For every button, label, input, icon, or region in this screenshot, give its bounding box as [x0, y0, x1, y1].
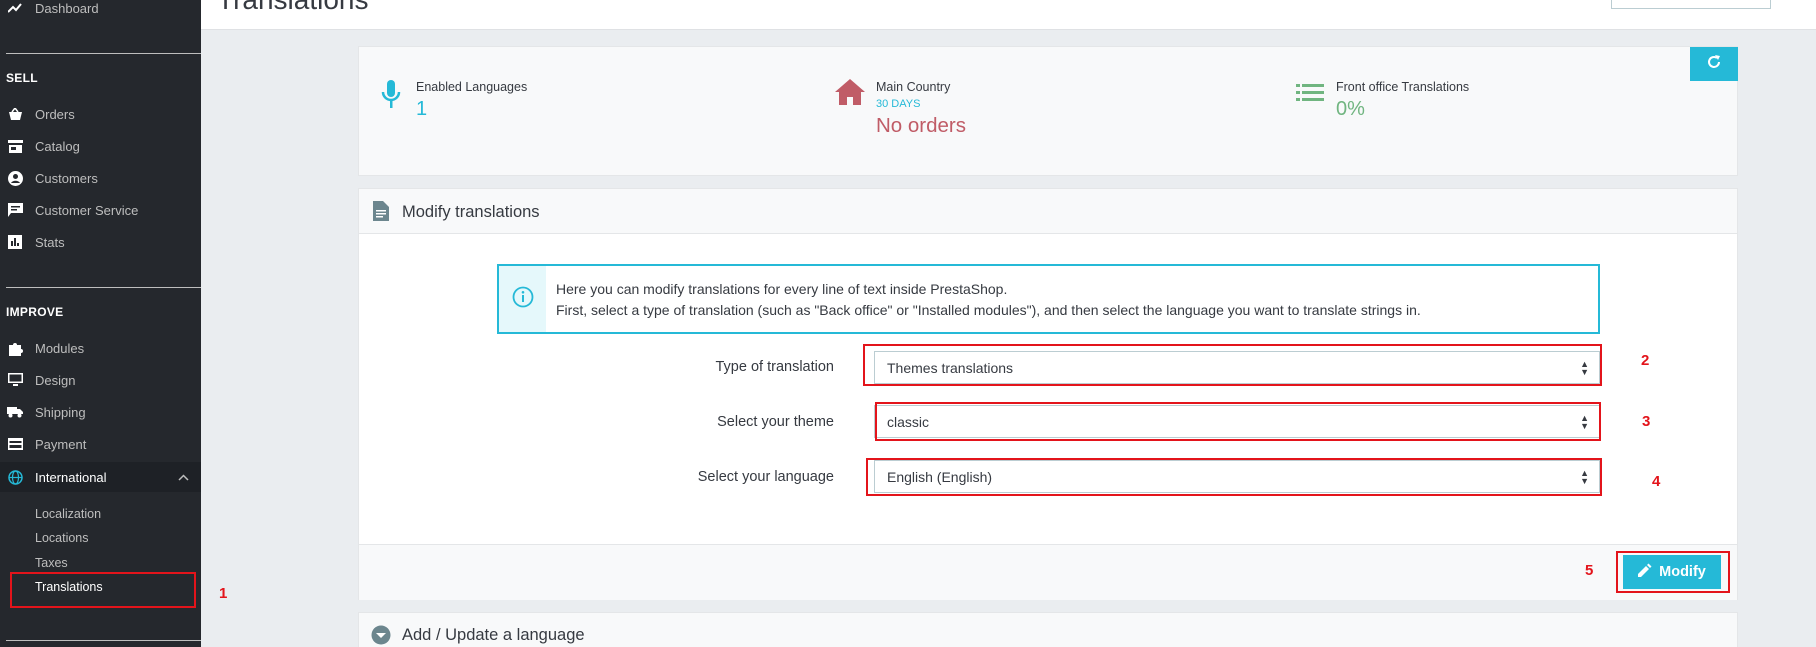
annotation-box-1 — [10, 572, 196, 608]
annotation-number-4: 4 — [1652, 473, 1661, 490]
annotation-number-5: 5 — [1585, 562, 1594, 579]
select-language-label: Select your language — [697, 469, 834, 485]
sidebar-heading-improve: IMPROVE — [6, 305, 64, 319]
annotation-box-3 — [875, 402, 1601, 441]
sidebar-item-modules[interactable]: Modules — [0, 334, 201, 362]
info-text: Here you can modify translations for eve… — [556, 279, 1421, 321]
kpi-label: Front office Translations — [1336, 80, 1470, 94]
chevron-up-icon[interactable] — [178, 470, 189, 484]
refresh-icon — [1706, 54, 1722, 75]
info-line: Here you can modify translations for eve… — [556, 281, 1008, 297]
kpi-front-office-translations: Front office Translations 0% — [1296, 80, 1469, 121]
sidebar-item-dashboard[interactable]: Dashboard — [0, 0, 201, 22]
type-of-translation-label: Type of translation — [715, 359, 835, 375]
sidebar-item-label: Modules — [35, 340, 85, 356]
account-circle-icon — [7, 170, 23, 186]
store-icon — [7, 138, 23, 154]
divider — [6, 53, 201, 54]
info-line: First, select a type of translation (suc… — [556, 302, 1421, 318]
panel-title: Modify translations — [402, 203, 540, 221]
bar-chart-icon — [7, 234, 23, 250]
header-bar — [201, 0, 1816, 30]
kpi-value: No orders — [876, 114, 967, 137]
globe-icon — [7, 469, 23, 485]
annotation-box-4 — [866, 458, 1602, 496]
kpi-main-country: Main Country 30 DAYS No orders — [835, 79, 967, 138]
info-icon — [512, 286, 534, 313]
monitor-icon — [7, 372, 23, 388]
sidebar-item-customer-service[interactable]: Customer Service — [0, 196, 201, 224]
modify-translations-panel: Modify translations Here you can modify … — [358, 188, 1738, 600]
sidebar-subitem-taxes[interactable]: Taxes — [35, 556, 68, 570]
sidebar: Dashboard SELL Orders Catalog Customers … — [0, 0, 201, 647]
header-search-box[interactable] — [1611, 0, 1771, 9]
kpi-label: Enabled Languages — [416, 80, 528, 94]
sidebar-item-shipping[interactable]: Shipping — [0, 398, 201, 426]
sidebar-item-international[interactable]: International — [0, 462, 201, 492]
sidebar-item-label: Shipping — [35, 404, 86, 420]
kpi-enabled-languages: Enabled Languages 1 — [381, 80, 527, 121]
sidebar-item-label: Customer Service — [35, 202, 139, 218]
sidebar-heading-sell: SELL — [6, 71, 38, 85]
microphone-icon — [381, 80, 401, 121]
annotation-box-2 — [863, 344, 1602, 386]
annotation-number-1: 1 — [219, 585, 228, 602]
sidebar-subitem-locations[interactable]: Locations — [35, 531, 89, 545]
kpi-value: 0% — [1336, 98, 1365, 120]
add-update-language-panel[interactable]: Add / Update a language — [358, 612, 1738, 647]
sidebar-subitem-localization[interactable]: Localization — [35, 507, 101, 521]
sidebar-item-label: Dashboard — [35, 0, 99, 16]
sidebar-item-label: Orders — [35, 106, 75, 122]
sidebar-item-stats[interactable]: Stats — [0, 228, 201, 256]
annotation-box-5 — [1616, 551, 1730, 593]
document-icon — [373, 201, 389, 226]
page-title: Translations — [217, 0, 368, 16]
panel-footer — [359, 544, 1737, 600]
sidebar-item-design[interactable]: Design — [0, 366, 201, 394]
chat-icon — [7, 202, 23, 218]
sidebar-item-catalog[interactable]: Catalog — [0, 132, 201, 160]
home-icon — [835, 79, 865, 138]
kpi-label: Main Country — [876, 80, 951, 94]
sidebar-item-label: Customers — [35, 170, 98, 186]
sidebar-item-orders[interactable]: Orders — [0, 100, 201, 128]
credit-card-icon — [7, 436, 23, 452]
trending-up-icon — [7, 0, 23, 16]
panel-title: Add / Update a language — [402, 626, 585, 644]
sidebar-item-label: Payment — [35, 436, 87, 452]
list-icon — [1296, 84, 1324, 121]
divider — [6, 287, 201, 288]
info-alert: Here you can modify translations for eve… — [497, 264, 1600, 334]
annotation-number-2: 2 — [1641, 352, 1650, 369]
refresh-button[interactable] — [1690, 47, 1738, 81]
basket-icon — [7, 106, 23, 122]
truck-icon — [7, 404, 23, 420]
sidebar-item-label: Catalog — [35, 138, 80, 154]
sidebar-item-label: Stats — [35, 234, 65, 250]
sidebar-item-label: Design — [35, 372, 76, 388]
annotation-number-3: 3 — [1642, 413, 1651, 430]
sidebar-item-customers[interactable]: Customers — [0, 164, 201, 192]
sidebar-item-payment[interactable]: Payment — [0, 430, 201, 458]
kpi-value: 1 — [416, 98, 428, 120]
sidebar-item-label: International — [35, 469, 107, 485]
kpi-row: Enabled Languages 1 Main Country 30 DAYS… — [358, 46, 1738, 176]
puzzle-icon — [7, 340, 23, 356]
divider — [6, 640, 201, 641]
chevron-down-circle-icon[interactable] — [371, 625, 391, 647]
info-icon-area — [499, 266, 546, 332]
select-theme-label: Select your theme — [717, 414, 834, 430]
kpi-subtitle: 30 DAYS — [876, 98, 921, 110]
panel-header: Modify translations — [359, 189, 1737, 234]
